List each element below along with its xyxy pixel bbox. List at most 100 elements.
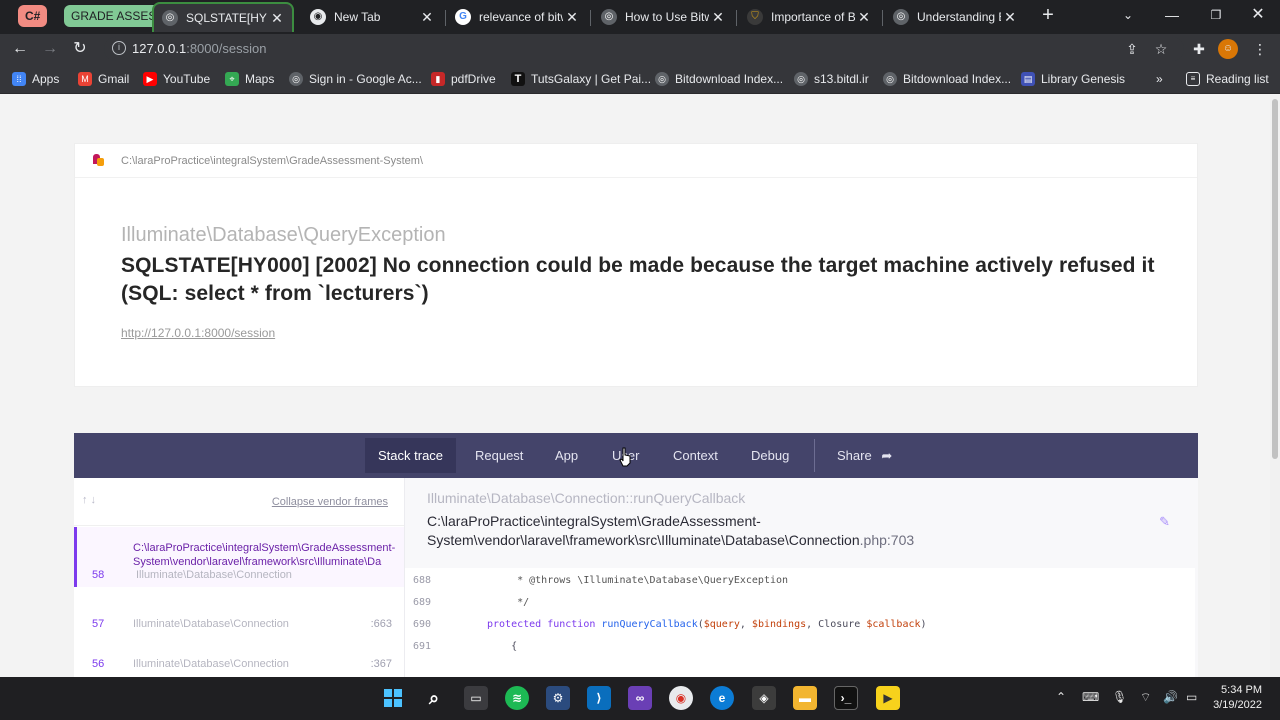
scrollbar-thumb[interactable] (1272, 99, 1278, 459)
hand-cursor-icon (619, 447, 631, 467)
share-page-icon[interactable]: ⇪ (1122, 39, 1142, 59)
exception-message: SQLSTATE[HY000] [2002] No connection cou… (121, 254, 1155, 305)
address-bar[interactable]: i 127.0.0.1:8000/session (104, 37, 1184, 61)
share-label: Share (837, 448, 872, 463)
battery-icon[interactable]: ▭ (1186, 690, 1197, 704)
tab-understanding-bitwise[interactable]: ◎ Understanding B ✕ (885, 2, 1025, 32)
frame-line: :367 (370, 658, 392, 670)
new-tab-plus-icon[interactable]: + (1026, 0, 1070, 30)
tab-sqlstate[interactable]: ◎ SQLSTATE[HY ✕ (152, 2, 294, 32)
volume-icon[interactable]: 🔊 (1163, 690, 1178, 704)
ignition-error-page: C:\laraProPractice\integralSystem\GradeA… (0, 95, 1270, 677)
tab-debug[interactable]: Debug (738, 438, 802, 473)
app-icon[interactable]: ◈ (752, 686, 776, 710)
reading-list-button[interactable]: ≡ Reading list (1186, 70, 1269, 88)
tab-app[interactable]: App (542, 438, 591, 473)
player-icon[interactable]: ▶ (876, 686, 900, 710)
pdfdrive-icon: ▮ (431, 72, 445, 86)
google-icon: G (455, 9, 471, 25)
globe-icon: ◎ (289, 72, 303, 86)
bookmark-label: Bitdownload Index... (903, 72, 1012, 86)
stack-frames-panel: ↑ ↓ Collapse vendor frames C:\laraProPra… (74, 478, 404, 677)
edge-icon[interactable]: e (710, 686, 734, 710)
system-clock[interactable]: 5:34 PM 3/19/2022 (1213, 683, 1262, 713)
edit-pencil-icon[interactable]: ✎ (1159, 514, 1170, 530)
youtube-icon: ▶ (143, 72, 157, 86)
code-line: 688 * @throws \Illuminate\Database\Query… (405, 570, 1195, 592)
frame-file: C:\laraProPractice\integralSystem\GradeA… (427, 512, 1127, 550)
spotify-icon[interactable]: ≋ (505, 686, 529, 710)
back-arrow-icon[interactable]: ← (8, 37, 32, 61)
tab-new-tab[interactable]: ◉ New Tab ✕ (302, 2, 442, 32)
tab-importance-bitwise[interactable]: ⛉ Importance of Bi ✕ (739, 2, 879, 32)
keyboard-icon[interactable]: ⌨ (1082, 690, 1099, 704)
bookmark-maps[interactable]: ⌖ Maps (225, 70, 274, 88)
bookmark-bitdownload-2[interactable]: ◎ Bitdownload Index... (883, 70, 1011, 88)
tab-context[interactable]: Context (660, 438, 731, 473)
minimize-icon[interactable]: — (1150, 0, 1194, 30)
profile-avatar[interactable]: ☺ (1218, 39, 1238, 59)
restore-icon[interactable]: ❐ (1194, 0, 1238, 30)
bookmark-library-genesis[interactable]: ▤ Library Genesis (1021, 70, 1125, 88)
search-icon[interactable]: ⌕ (422, 686, 446, 710)
tab-request[interactable]: Request (462, 438, 536, 473)
bookmark-google-signin[interactable]: ◎ Sign in - Google Ac... (289, 70, 422, 88)
share-button[interactable]: Share ➦ (824, 438, 905, 473)
tab-relevance-bitwise[interactable]: G relevance of bitw ✕ (447, 2, 587, 32)
chrome-taskbar-icon[interactable]: ◉ (669, 686, 693, 710)
tab-group-csharp[interactable]: C# (18, 5, 48, 27)
tab-how-to-use-bitwise[interactable]: ◎ How to Use Bitw ✕ (593, 2, 733, 32)
tab-group-grade-asses[interactable]: GRADE ASSES (64, 5, 164, 27)
frame-number: 58 (92, 569, 105, 581)
bookmark-youtube[interactable]: ▶ YouTube (143, 70, 210, 88)
terminal-icon[interactable]: ›_ (834, 686, 858, 710)
collapse-vendor-frames-link[interactable]: Collapse vendor frames (272, 496, 388, 508)
wifi-icon[interactable]: ⌔ (1140, 690, 1151, 705)
libgen-icon: ▤ (1021, 72, 1035, 86)
extensions-puzzle-icon[interactable]: ✚ (1189, 39, 1209, 59)
microphone-icon[interactable]: 🎙 (1112, 690, 1127, 704)
bookmark-gmail[interactable]: M Gmail (78, 70, 129, 88)
tray-chevron-icon[interactable]: ⌃ (1056, 690, 1066, 704)
tab-search-chevron-icon[interactable]: ⌄ (1106, 0, 1150, 30)
stack-frame[interactable]: 57 Illuminate\Database\Connection :663 (74, 618, 404, 640)
visual-studio-icon[interactable]: ∞ (628, 686, 652, 710)
tabs-divider (814, 439, 815, 472)
bookmark-apps[interactable]: ⁞⁞ Apps (12, 70, 59, 88)
file-explorer-icon[interactable]: ▬ (793, 686, 817, 710)
task-view-icon[interactable]: ▭ (464, 686, 488, 710)
close-tab-icon[interactable]: ✕ (709, 2, 727, 32)
error-tabs-bar: Stack trace Request App User Context Deb… (74, 433, 1198, 478)
tab-stack-trace[interactable]: Stack trace (365, 438, 457, 473)
vscode-icon[interactable]: ⟩ (587, 686, 611, 710)
code-line: 690 protected function runQueryCallback(… (405, 614, 1195, 636)
windows-start-icon[interactable] (381, 686, 405, 710)
bookmark-bitdownload-1[interactable]: ◎ Bitdownload Index... (655, 70, 783, 88)
close-tab-icon[interactable]: ✕ (418, 2, 436, 32)
close-tab-icon[interactable]: ✕ (563, 2, 581, 32)
stack-frame[interactable]: 56 Illuminate\Database\Connection :367 (74, 658, 404, 677)
request-url-link[interactable]: http://127.0.0.1:8000/session (121, 326, 275, 340)
site-info-icon[interactable]: i (112, 41, 126, 55)
close-tab-icon[interactable]: ✕ (268, 3, 286, 33)
stack-frames-header: ↑ ↓ Collapse vendor frames (74, 478, 404, 526)
line-source: */ (487, 597, 530, 608)
bookmark-label: Maps (245, 72, 275, 86)
bookmark-s13-bitdl[interactable]: ◎ s13.bitdl.ir (794, 70, 869, 88)
close-tab-icon[interactable]: ✕ (1001, 2, 1019, 32)
reload-icon[interactable]: ↻ (68, 37, 92, 61)
close-tab-icon[interactable]: ✕ (855, 2, 873, 32)
forward-arrow-icon[interactable]: → (38, 37, 62, 61)
bookmark-tutsgalaxy[interactable]: T TutsGalaxy | Get Pai... (511, 70, 651, 88)
page-scrollbar[interactable] (1270, 95, 1280, 677)
bookmark-star-icon[interactable]: ☆ (1151, 39, 1171, 59)
sql-tool-icon[interactable]: ⚙ (546, 686, 570, 710)
tab-title: New Tab (334, 10, 381, 24)
frame-nav-arrows-icon[interactable]: ↑ ↓ (82, 494, 96, 506)
close-window-icon[interactable]: ✕ (1236, 0, 1280, 30)
frame-class: Illuminate\Database\Connection (133, 658, 289, 670)
more-menu-icon[interactable]: ⋮ (1250, 39, 1270, 59)
stack-frame-active[interactable]: C:\laraProPractice\integralSystem\GradeA… (74, 527, 404, 587)
bookmarks-overflow-chevron-icon[interactable]: » (1156, 70, 1163, 88)
bookmark-pdfdrive[interactable]: ▮ pdfDrive (431, 70, 496, 88)
